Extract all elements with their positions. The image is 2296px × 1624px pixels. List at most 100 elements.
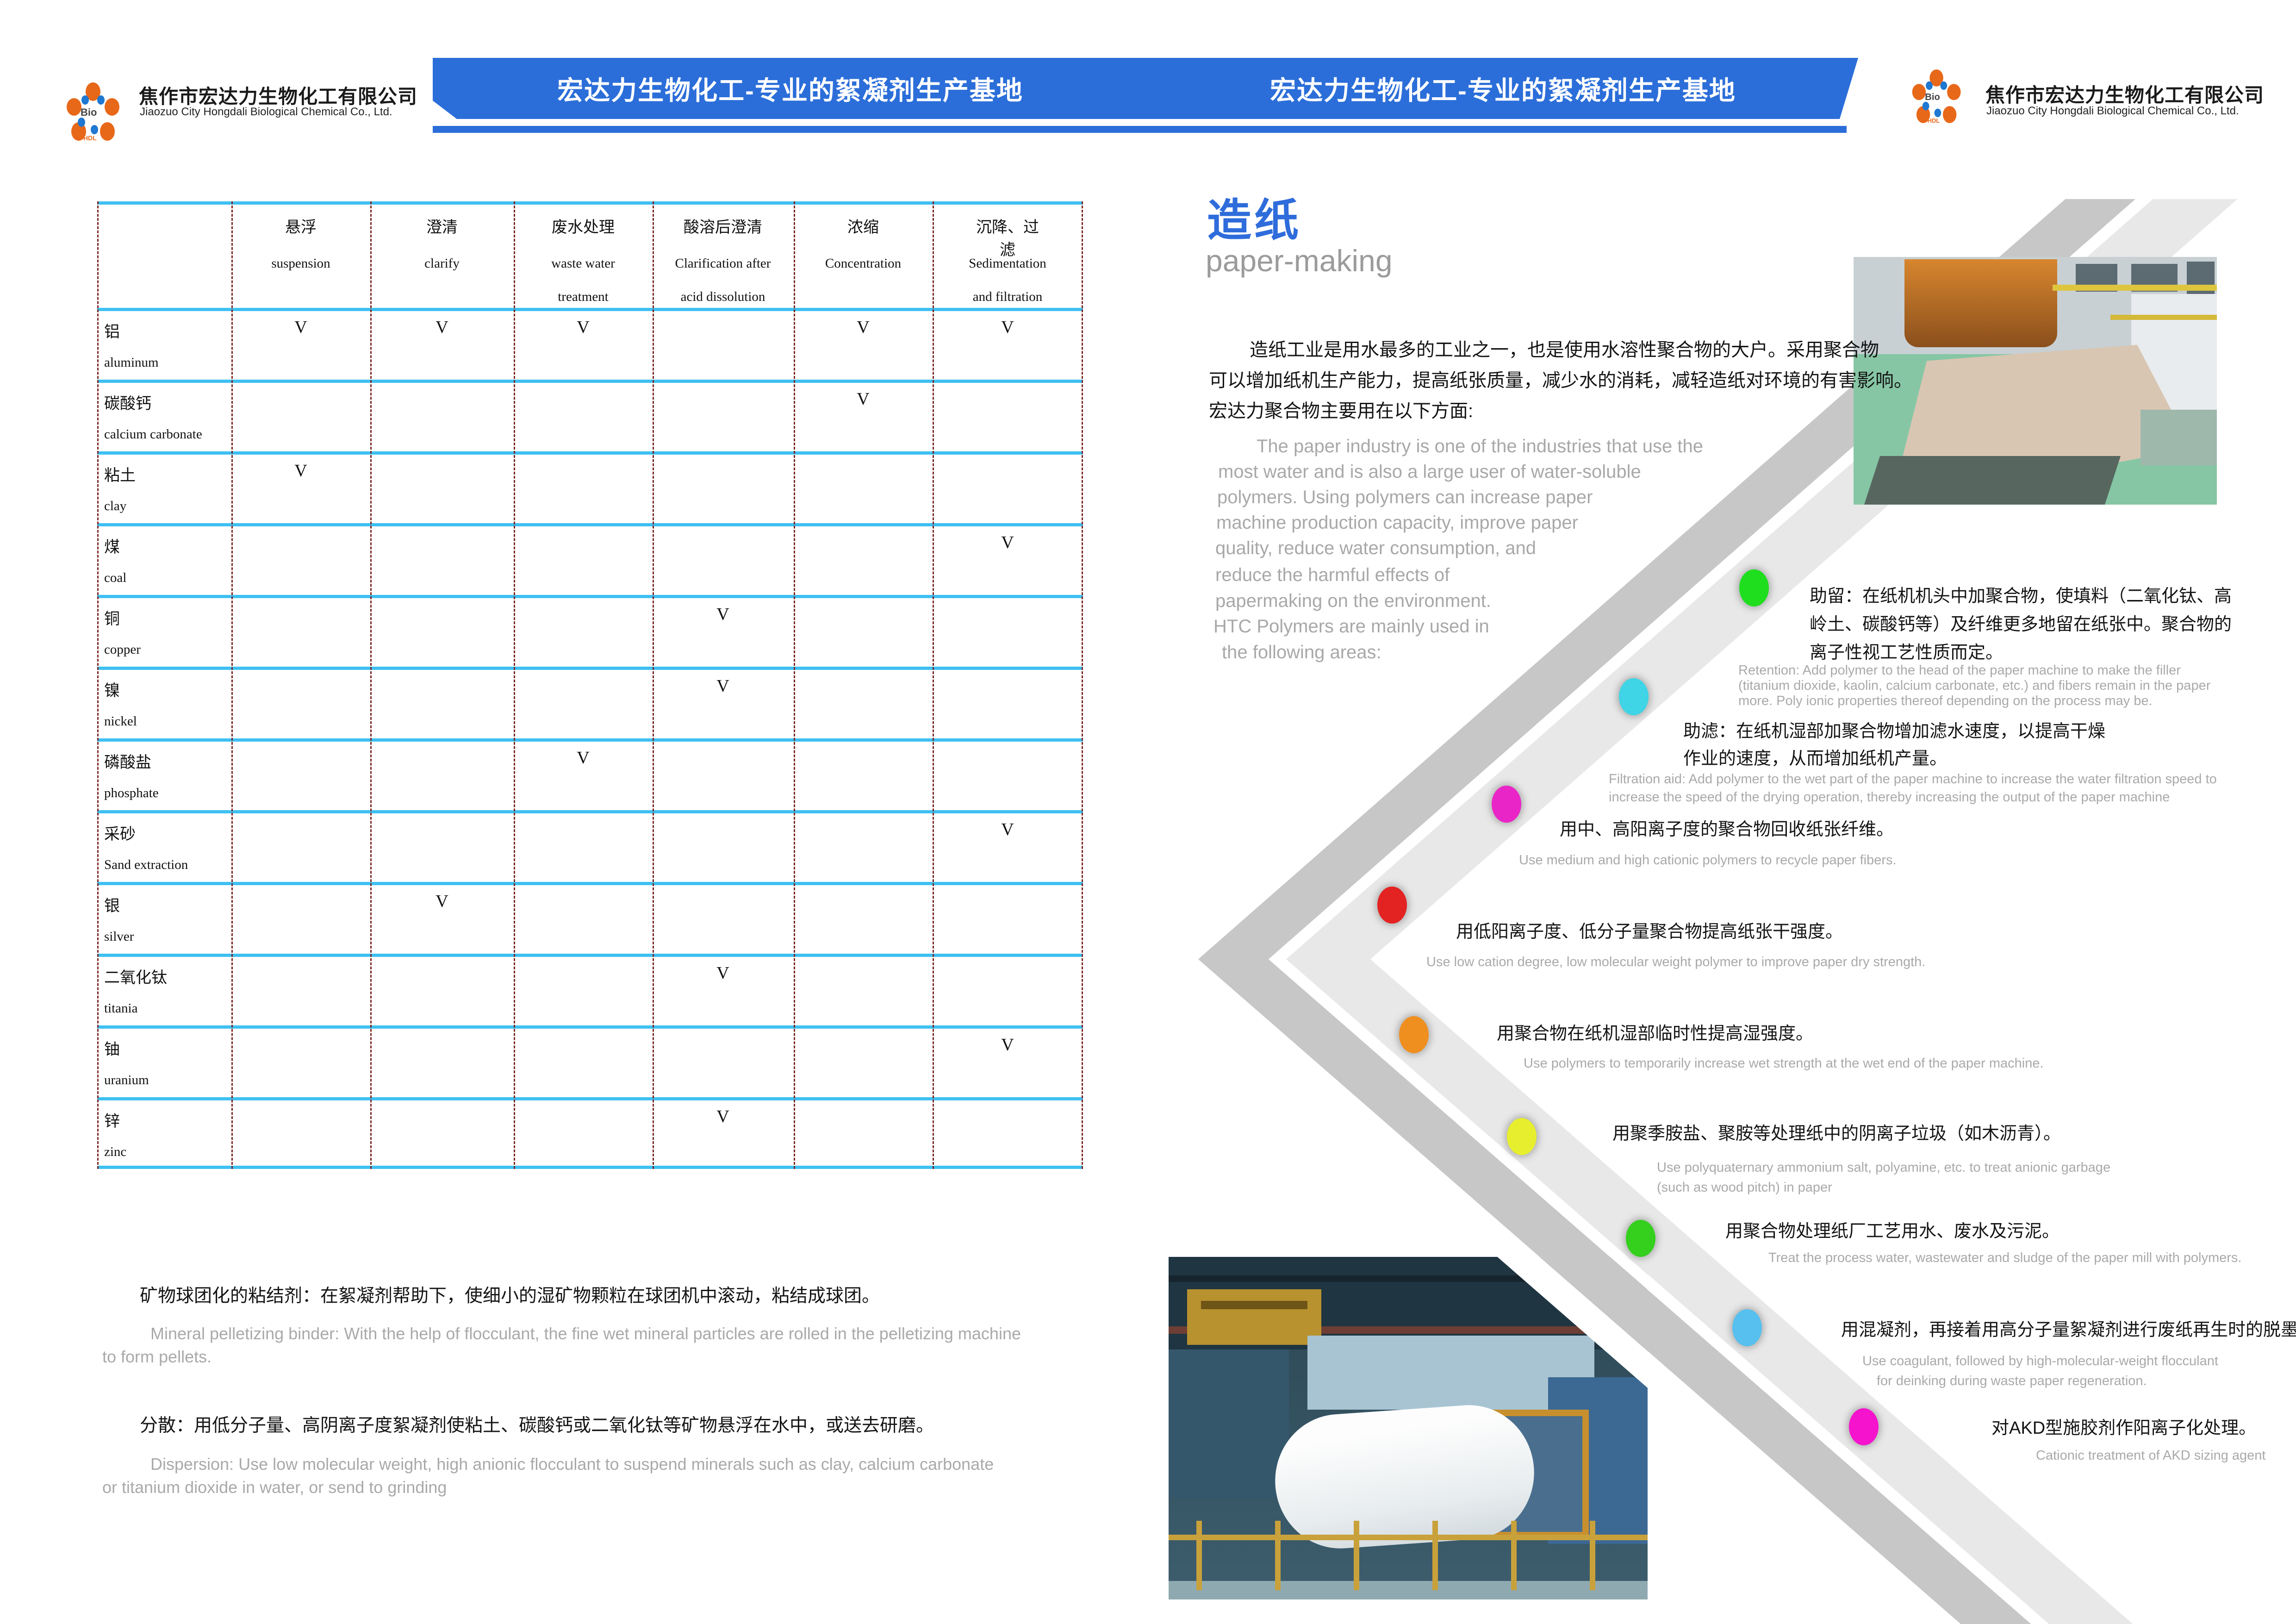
photo-shape <box>2053 285 2217 291</box>
row-label-en: phosphate <box>104 786 159 801</box>
logo-dot-icon <box>78 118 85 127</box>
bullet-dot-water-treatment <box>1626 1220 1655 1257</box>
photo-shape <box>1187 1289 1321 1345</box>
intro-en-line: the following areas: <box>1222 642 1381 663</box>
logo-blob-icon <box>67 98 81 116</box>
note-dispersion-cn: 分散：用低分子量、高阴离子度絮凝剂使粘土、碳酸钙或二氧化钛等矿物悬浮在水中，或送… <box>140 1411 934 1437</box>
note-pelletizing-en: to form pellets. <box>102 1347 212 1367</box>
bullet-dot-deinking <box>1732 1309 1762 1346</box>
check-mark: V <box>716 604 729 625</box>
bullet-en: increase the speed of the drying operati… <box>1609 790 2170 805</box>
bullet-cn: 助留：在纸机机头中加聚合物，使填料（二氧化钛、高 <box>1810 581 2232 607</box>
bullet-en: Use medium and high cationic polymers to… <box>1519 853 1897 868</box>
logo-blob-icon <box>1943 106 1956 123</box>
photo-shape <box>1590 1521 1595 1590</box>
row-label-en: calcium carbonate <box>104 427 202 442</box>
row-label-cn: 二氧化钛 <box>104 965 167 987</box>
photo-shape <box>1169 1535 1648 1540</box>
row-label-en: clay <box>104 499 126 514</box>
logo-hdl-label: HDL <box>83 134 97 142</box>
applications-table: 悬浮 suspension 澄清 clarify 废水处理 waste wate… <box>97 201 1083 1169</box>
bullet-cn: 用中、高阳离子度的聚合物回收纸张纤维。 <box>1560 815 1894 840</box>
col-header-en: acid dissolution <box>681 289 765 305</box>
logo-dot-icon <box>81 95 89 105</box>
logo-dot-icon <box>1935 109 1941 117</box>
logo-dot-icon <box>1923 102 1929 110</box>
intro-en-line: The paper industry is one of the industr… <box>1257 436 1703 457</box>
photo-shape <box>1169 1349 1289 1498</box>
company-logo-right: Bio HDL <box>1910 69 1961 127</box>
bullet-dot-anionic-garbage <box>1507 1118 1537 1155</box>
bullet-en: Treat the process water, wastewater and … <box>1768 1250 2241 1266</box>
company-name-cn-right: 焦作市宏达力生物化工有限公司 <box>1985 80 2264 108</box>
bullet-en: Use polymers to temporarily increase wet… <box>1524 1056 2044 1071</box>
bullet-en: Filtration aid: Add polymer to the wet p… <box>1609 772 2217 787</box>
photo-shape <box>2140 410 2217 465</box>
photo-shape <box>1354 1521 1359 1590</box>
row-label-cn: 煤 <box>104 534 120 557</box>
check-mark: V <box>1001 317 1014 337</box>
logo-bio-label: Bio <box>81 106 97 119</box>
logo-dot-icon <box>97 95 105 105</box>
col-header-en: and filtration <box>973 289 1043 305</box>
bullet-en: (such as wood pitch) in paper <box>1657 1180 1832 1195</box>
intro-en-line: machine production capacity, improve pap… <box>1216 512 1578 533</box>
note-pelletizing-en: Mineral pelletizing binder: With the hel… <box>150 1324 1021 1343</box>
table-line <box>97 1025 1083 1029</box>
row-label-cn: 磷酸盐 <box>104 750 151 772</box>
banner-underline <box>433 126 1847 133</box>
bullet-cn: 离子性视工艺性质而定。 <box>1810 638 2003 663</box>
col-header-cn: 悬浮 <box>285 214 317 237</box>
paper-roll-photo <box>1169 1257 1648 1599</box>
table-line <box>97 380 1083 383</box>
col-header-en: suspension <box>271 256 330 271</box>
bullet-cn: 岭土、碳酸钙等）及纤维更多地留在纸张中。聚合物的 <box>1810 610 2232 635</box>
intro-en-line: papermaking on the environment. <box>1215 591 1491 612</box>
company-name-en-right: Jiaozuo City Hongdali Biological Chemica… <box>1986 105 2239 118</box>
photo-shape <box>1864 456 2121 505</box>
col-header-cn: 澄清 <box>426 214 458 237</box>
col-header-cn: 酸溶后澄清 <box>684 214 762 237</box>
intro-cn-line: 宏达力聚合物主要用在以下方面: <box>1209 396 1473 423</box>
bullet-en: Use coagulant, followed by high-molecula… <box>1862 1354 2218 1369</box>
check-mark: V <box>577 317 589 337</box>
table-line <box>370 201 372 1169</box>
note-dispersion-en: or titanium dioxide in water, or send to… <box>102 1478 447 1497</box>
bullet-en: for deinking during waste paper regenera… <box>1877 1374 2147 1389</box>
row-label-en: silver <box>104 929 134 944</box>
bullet-dot-retention <box>1739 569 1769 606</box>
row-label-cn: 铀 <box>104 1037 120 1059</box>
table-line <box>97 1097 1083 1100</box>
row-label-en: uranium <box>104 1073 149 1088</box>
intro-cn-line: 可以增加纸机生产能力，提高纸张质量，减少水的消耗，减轻造纸对环境的有害影响。 <box>1209 365 1912 392</box>
company-logo-left: Bio HDL <box>65 82 120 145</box>
logo-dot-icon <box>1940 81 1947 90</box>
page-title-cn: 造纸 <box>1207 184 1301 249</box>
photo-shape <box>1511 1521 1517 1590</box>
brochure-spread: Bio HDL 焦作市宏达力生物化工有限公司 Jiaozuo City Hong… <box>0 0 2296 1624</box>
intro-en-line: HTC Polymers are mainly used in <box>1213 616 1489 637</box>
company-name-cn-left: 焦作市宏达力生物化工有限公司 <box>139 81 417 109</box>
photo-shape <box>1169 1581 1648 1599</box>
bullet-en: Cationic treatment of AKD sizing agent <box>2036 1448 2265 1463</box>
check-mark: V <box>436 891 448 912</box>
col-header-en: Sedimentation <box>969 256 1046 271</box>
table-line <box>97 523 1083 526</box>
bullet-en: Use polyquaternary ammonium salt, polyam… <box>1657 1160 2110 1175</box>
check-mark: V <box>1001 1035 1014 1055</box>
col-header-cn: 废水处理 <box>552 214 615 237</box>
col-header-cn: 浓缩 <box>847 214 879 237</box>
company-name-en-left: Jiaozuo City Hongdali Biological Chemica… <box>140 106 392 119</box>
bullet-en: more. Poly ionic properties thereof depe… <box>1738 693 2153 709</box>
bullet-dot-wet-strength <box>1399 1016 1429 1053</box>
table-line <box>933 201 934 1169</box>
intro-cn-line: 造纸工业是用水最多的工业之一，也是使用水溶性聚合物的大户。采用聚合物 <box>1250 335 1879 362</box>
table-line <box>97 201 99 1169</box>
row-label-en: titania <box>104 1001 137 1016</box>
row-label-cn: 采砂 <box>104 821 136 844</box>
photo-shape <box>1169 1275 1648 1282</box>
check-mark: V <box>294 461 307 481</box>
logo-blob-icon <box>100 122 115 141</box>
photo-shape <box>2110 315 2217 320</box>
table-line <box>97 201 1083 205</box>
